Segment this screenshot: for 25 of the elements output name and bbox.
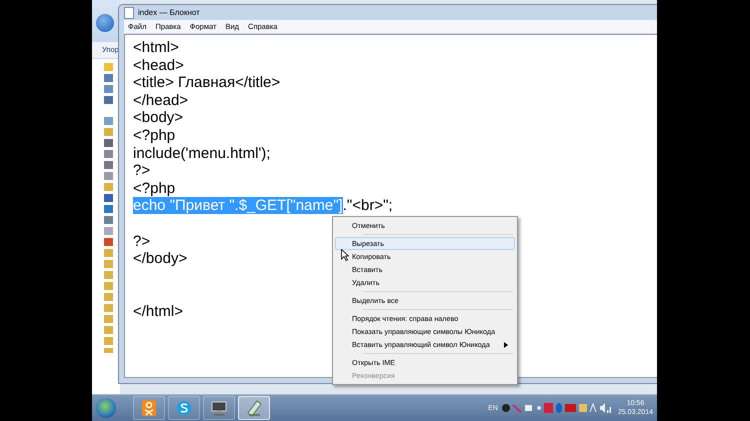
- code-line: </head>: [133, 92, 188, 109]
- back-button[interactable]: [96, 14, 114, 32]
- mouse-pointer-icon: [341, 249, 349, 261]
- taskbar-app-button[interactable]: [203, 396, 235, 420]
- taskbar-app-button[interactable]: [238, 396, 270, 420]
- code-line: <html>: [133, 39, 179, 56]
- code-line: ?>: [133, 162, 150, 180]
- taskbar-app-button[interactable]: [133, 396, 165, 420]
- chat-icon: [175, 399, 193, 417]
- code-line: <?php: [133, 126, 176, 144]
- taskbar-app-button[interactable]: [168, 396, 200, 420]
- code-line: ."<br>";: [342, 197, 393, 214]
- code-line: <title> Главная</title>: [133, 74, 280, 92]
- people-icon: [140, 399, 158, 417]
- selected-code-text: echo "Привет ".$_GET["name"]: [133, 197, 343, 214]
- code-line: include('menu.html');: [133, 144, 270, 162]
- code-line: ?>: [133, 232, 150, 250]
- code-line: <?php: [133, 180, 176, 197]
- code-line: <head>: [133, 56, 184, 74]
- code-line: </html>: [133, 302, 184, 320]
- start-button[interactable]: [96, 398, 116, 418]
- window-title: index — Блокнот: [138, 8, 200, 17]
- code-line: <body>: [133, 109, 184, 126]
- code-line: </body>: [133, 250, 188, 268]
- monitor-icon: [210, 399, 228, 417]
